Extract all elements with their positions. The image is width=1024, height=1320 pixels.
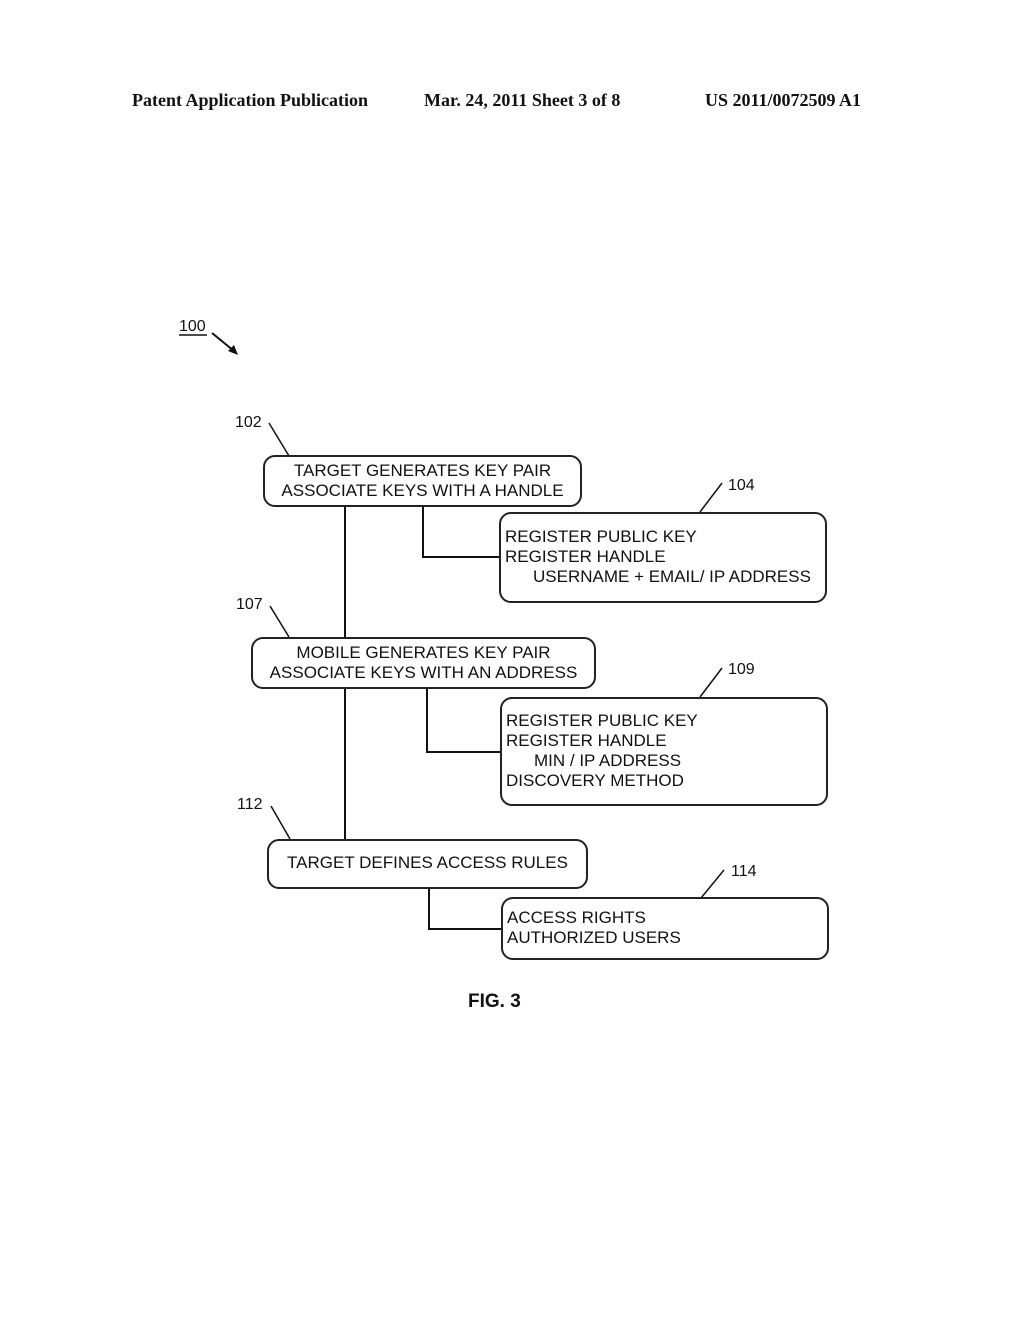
ref-104: 104: [728, 477, 755, 494]
leader-114: [700, 869, 725, 899]
ref-114: 114: [731, 863, 757, 880]
node-109-line-2: REGISTER HANDLE: [506, 731, 667, 750]
leader-109: [699, 667, 723, 698]
node-112-line-1: TARGET DEFINES ACCESS RULES: [287, 853, 568, 872]
node-102-target-generates-key-pair: TARGET GENERATES KEY PAIR ASSOCIATE KEYS…: [263, 455, 582, 507]
node-114-line-1: ACCESS RIGHTS: [507, 908, 646, 927]
branch-107-109: [426, 688, 500, 753]
branch-112-114: [428, 888, 502, 930]
figure-label: FIG. 3: [468, 991, 521, 1012]
leader-112: [270, 805, 291, 840]
node-114-access-rights: ACCESS RIGHTS AUTHORIZED USERS: [501, 897, 829, 960]
leader-102: [268, 422, 290, 457]
leader-107: [269, 605, 290, 638]
node-114-line-2: AUTHORIZED USERS: [507, 928, 681, 947]
publication-number: US 2011/0072509 A1: [705, 90, 862, 110]
node-102-line-2: ASSOCIATE KEYS WITH A HANDLE: [281, 481, 564, 500]
leader-104: [699, 482, 723, 513]
branch-102-104: [422, 506, 500, 558]
ref-109: 109: [728, 661, 755, 678]
node-104-line-3: USERNAME + EMAIL/ IP ADDRESS: [533, 567, 811, 586]
node-109-line-3: MIN / IP ADDRESS: [534, 751, 682, 770]
publication-title: Patent Application Publication: [132, 90, 369, 110]
ref-100: 100: [179, 318, 206, 335]
ref-100-arrow: [211, 332, 235, 352]
node-109-line-1: REGISTER PUBLIC KEY: [506, 711, 698, 730]
node-104-line-2: REGISTER HANDLE: [505, 547, 666, 566]
ref-107: 107: [236, 596, 263, 613]
ref-102: 102: [235, 414, 262, 431]
node-107-line-2: ASSOCIATE KEYS WITH AN ADDRESS: [269, 663, 578, 682]
node-112-target-defines-access-rules: TARGET DEFINES ACCESS RULES: [267, 839, 588, 889]
date-sheet: Mar. 24, 2011 Sheet 3 of 8: [424, 90, 621, 110]
node-104-line-1: REGISTER PUBLIC KEY: [505, 527, 697, 546]
ref-112: 112: [237, 796, 263, 813]
node-109-register-public-key: REGISTER PUBLIC KEY REGISTER HANDLE MIN …: [500, 697, 828, 806]
ref-100-arrowhead: [228, 345, 238, 355]
node-109-line-4: DISCOVERY METHOD: [506, 771, 684, 790]
node-107-line-1: MOBILE GENERATES KEY PAIR: [296, 643, 551, 662]
node-104-register-public-key: REGISTER PUBLIC KEY REGISTER HANDLE USER…: [499, 512, 827, 603]
node-107-mobile-generates-key-pair: MOBILE GENERATES KEY PAIR ASSOCIATE KEYS…: [251, 637, 596, 689]
node-102-line-1: TARGET GENERATES KEY PAIR: [293, 461, 552, 480]
